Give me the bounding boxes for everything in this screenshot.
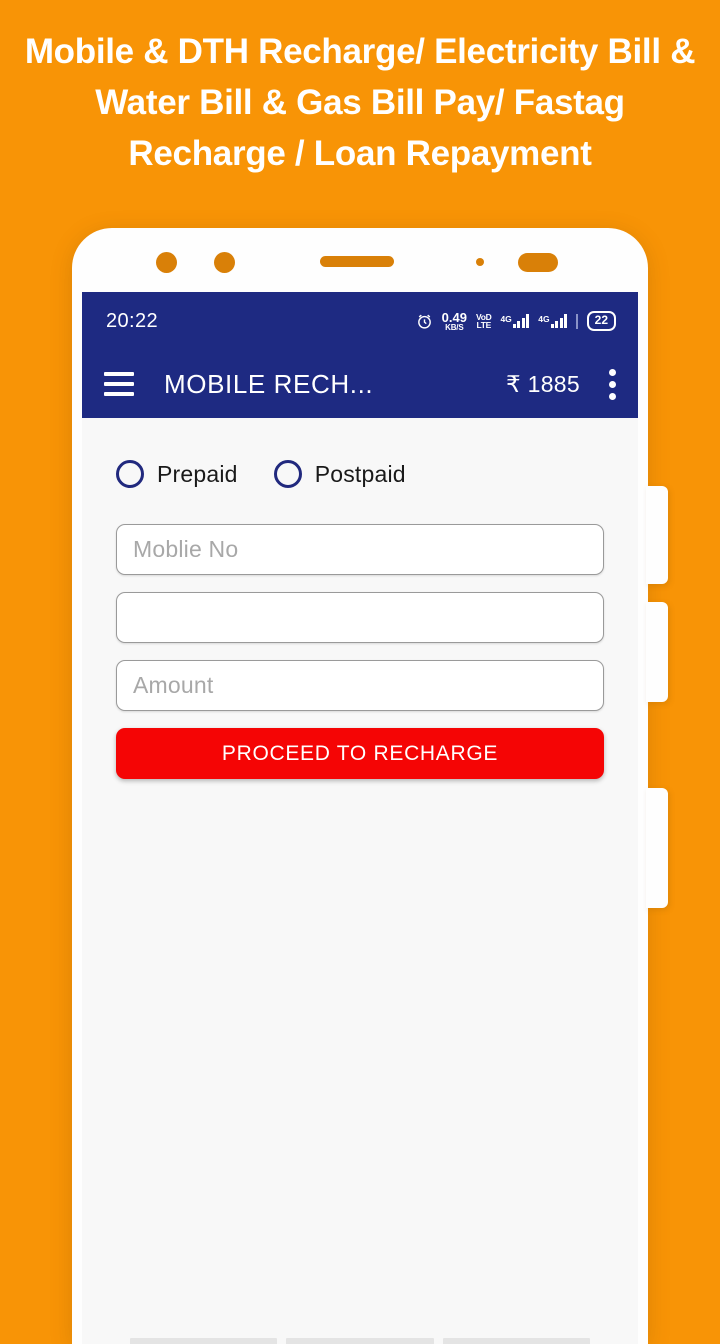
recharge-form: Prepaid Postpaid Moblie No Amount PROCEE… xyxy=(82,418,638,779)
radio-circle-icon[interactable] xyxy=(116,460,144,488)
signal-bars-icon xyxy=(512,314,530,328)
kebab-dot xyxy=(608,392,616,400)
network-speed-indicator: 0.49 KB/S xyxy=(442,311,467,332)
wallet-balance[interactable]: ₹ 1885 xyxy=(506,371,580,398)
hamburger-bar xyxy=(104,382,134,386)
network-speed-value: 0.49 xyxy=(441,309,467,325)
sim1-signal-icon: 4G xyxy=(500,314,530,328)
sensor-dot-icon xyxy=(156,252,177,273)
phone-screen: 20:22 0.49 KB/S VoD LTE 4G 4G 22 MOBILE … xyxy=(82,292,638,1344)
page-title: Mobile & DTH Recharge/ Electricity Bill … xyxy=(24,32,696,173)
mobile-number-placeholder: Moblie No xyxy=(133,536,239,562)
hamburger-bar xyxy=(104,372,134,376)
radio-option-prepaid[interactable]: Prepaid xyxy=(116,460,238,488)
android-navigation-bar xyxy=(82,1330,638,1344)
app-bar: MOBILE RECH... ₹ 1885 xyxy=(82,350,638,418)
proximity-dot-icon xyxy=(476,258,484,266)
radio-circle-icon[interactable] xyxy=(273,460,302,488)
sensor-dot-icon xyxy=(214,252,235,273)
kebab-dot xyxy=(608,368,616,376)
sim2-signal-icon: 4G xyxy=(538,314,568,328)
amount-input[interactable]: Amount xyxy=(116,660,604,711)
earpiece-speaker-icon xyxy=(320,256,394,267)
battery-icon: 22 xyxy=(586,311,616,331)
phone-mockup: 20:22 0.49 KB/S VoD LTE 4G 4G 22 MOBILE … xyxy=(72,228,668,1344)
radio-option-postpaid[interactable]: Postpaid xyxy=(273,460,406,488)
sim2-network-label: 4G xyxy=(538,314,550,324)
nav-back-button[interactable] xyxy=(130,1338,278,1344)
radio-label-postpaid: Postpaid xyxy=(314,460,406,487)
nav-home-button[interactable] xyxy=(286,1338,434,1344)
front-camera-icon xyxy=(518,253,558,272)
signal-bars-icon xyxy=(550,314,568,328)
phone-side-button-power[interactable] xyxy=(646,788,668,908)
kebab-dot xyxy=(608,380,616,388)
alarm-clock-icon xyxy=(416,313,433,330)
status-clock: 20:22 xyxy=(106,309,159,332)
phone-top-bezel xyxy=(72,228,648,292)
connection-type-radio-group: Prepaid Postpaid xyxy=(116,460,604,488)
proceed-to-recharge-button[interactable]: PROCEED TO RECHARGE xyxy=(116,728,604,779)
status-icons: 0.49 KB/S VoD LTE 4G 4G 22 xyxy=(416,311,616,332)
amount-placeholder: Amount xyxy=(133,672,214,698)
phone-side-button-volume-down[interactable] xyxy=(646,602,668,702)
nav-recents-button[interactable] xyxy=(442,1338,590,1344)
hamburger-menu-icon[interactable] xyxy=(104,372,134,396)
phone-side-button-volume-up[interactable] xyxy=(646,486,668,584)
volte-line-bottom: LTE xyxy=(476,320,491,330)
status-divider xyxy=(576,313,578,329)
network-speed-unit: KB/S xyxy=(445,322,464,332)
kebab-menu-icon[interactable] xyxy=(602,365,622,404)
status-bar: 20:22 0.49 KB/S VoD LTE 4G 4G 22 xyxy=(82,292,638,350)
mobile-number-input[interactable]: Moblie No xyxy=(116,524,604,575)
operator-input[interactable] xyxy=(116,592,604,643)
sim1-network-label: 4G xyxy=(500,314,512,324)
radio-label-prepaid: Prepaid xyxy=(157,460,238,487)
hamburger-bar xyxy=(104,392,134,396)
volte-icon: VoD LTE xyxy=(476,312,492,330)
app-bar-title: MOBILE RECH... xyxy=(164,368,374,399)
